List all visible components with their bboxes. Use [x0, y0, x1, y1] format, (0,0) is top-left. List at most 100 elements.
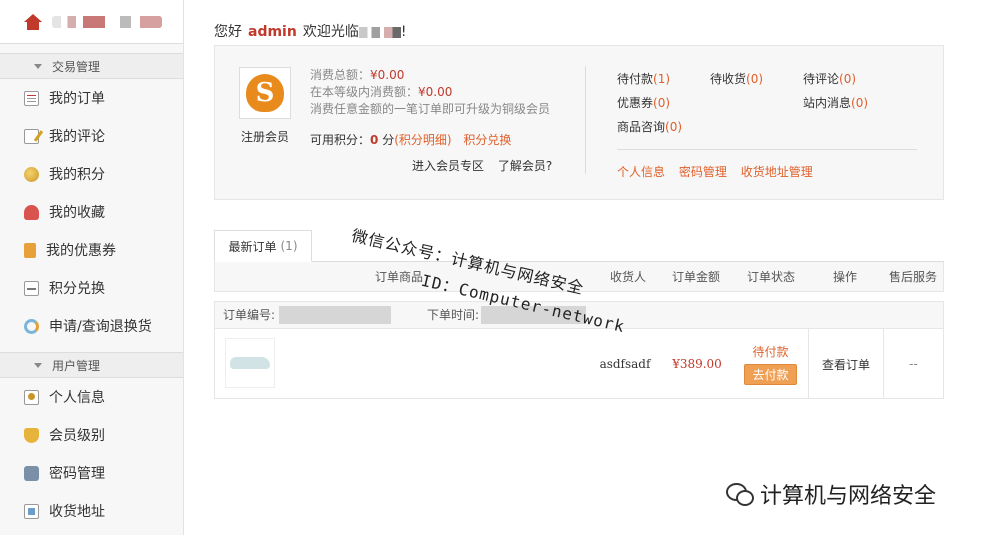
- view-order-link[interactable]: 查看订单: [822, 356, 870, 373]
- store-name-redacted: [358, 26, 401, 38]
- greeting-suffix: !: [400, 24, 407, 40]
- amount-cell: ¥389.00: [662, 329, 732, 399]
- column-header: 订单金额: [672, 270, 721, 284]
- learn-member-link[interactable]: 了解会员?: [498, 159, 552, 173]
- sidebar-home[interactable]: [0, 0, 183, 44]
- sidebar-item-label: 个人信息: [49, 390, 105, 406]
- footer-brand-text: 计算机与网络安全: [760, 484, 937, 509]
- order-number-redacted: [279, 306, 391, 324]
- tab-count: (1): [280, 239, 298, 253]
- member-logo-icon: S: [246, 74, 284, 112]
- divider: [617, 149, 917, 150]
- stat-messages[interactable]: 站内消息(0): [803, 94, 868, 111]
- address-management-link[interactable]: 收货地址管理: [741, 165, 813, 179]
- user-info-icon: [24, 389, 39, 405]
- points-detail-link[interactable]: (积分明细): [394, 133, 451, 147]
- stat-count: (0): [653, 96, 671, 110]
- orders-table-header: 订单商品 收货人 订单金额 订单状态 操作 售后服务: [214, 262, 944, 292]
- stat-count: (0): [851, 96, 869, 110]
- pay-button[interactable]: 去付款: [744, 364, 797, 385]
- store-name-redacted: [52, 15, 162, 28]
- order-amount: ¥389.00: [672, 357, 722, 371]
- sidebar-item-returns[interactable]: 申请/查询退换货: [0, 307, 183, 345]
- product-thumbnail[interactable]: [225, 338, 275, 388]
- member-badge: S: [239, 67, 291, 119]
- order-time-label: 下单时间:: [427, 308, 480, 322]
- sidebar-group-trade[interactable]: 交易管理: [0, 53, 183, 79]
- level-spend-value: ¥0.00: [418, 85, 453, 99]
- sidebar-item-my-reviews[interactable]: 我的评论: [0, 117, 183, 155]
- stat-label: 待收货: [710, 72, 747, 86]
- sidebar-item-label: 收货地址: [49, 504, 105, 520]
- refund-icon: [24, 318, 39, 334]
- stat-count: (0): [665, 120, 683, 134]
- column-header: 售后服务: [889, 270, 938, 284]
- points-value: 0: [370, 133, 379, 147]
- sidebar-item-my-points[interactable]: 我的积分: [0, 155, 183, 193]
- table-row: asdfsadf ¥389.00 待付款 去付款 查看订单 --: [214, 329, 944, 399]
- total-spend-label: 消费总额：: [310, 68, 371, 82]
- sidebar-item-my-orders[interactable]: 我的订单: [0, 79, 183, 117]
- receiver-name: asdfsadf: [599, 357, 651, 371]
- points-unit: 分: [382, 133, 395, 147]
- stat-pending-review[interactable]: 待评论(0): [803, 70, 856, 87]
- column-header: 操作: [833, 270, 858, 284]
- points-exchange-link[interactable]: 积分兑换: [463, 133, 511, 147]
- stat-label: 站内消息: [803, 96, 852, 110]
- sidebar-item-personal-info[interactable]: 个人信息: [0, 378, 183, 416]
- upgrade-hint: 消费任意金额的一笔订单即可升级为铜级会员: [310, 102, 551, 116]
- level-spend-label: 在本等级内消费额：: [310, 85, 419, 99]
- sidebar-item-address[interactable]: 收货地址: [0, 492, 183, 530]
- greeting: 您好 admin 欢迎光临!: [214, 21, 406, 41]
- sidebar-item-label: 我的收藏: [49, 205, 105, 221]
- order-icon: [24, 90, 39, 106]
- sidebar-item-my-coupons[interactable]: 我的优惠券: [0, 231, 183, 269]
- after-sale-value: --: [909, 357, 918, 371]
- stat-count: (0): [746, 72, 764, 86]
- password-link[interactable]: 密码管理: [679, 165, 727, 179]
- triangle-down-icon: [34, 63, 42, 69]
- sidebar-item-label: 我的积分: [49, 167, 105, 183]
- order-number-label: 订单编号:: [223, 308, 276, 322]
- points-icon: [24, 166, 39, 182]
- sidebar-item-label: 我的优惠券: [46, 243, 116, 259]
- status-cell: 待付款 去付款: [733, 329, 808, 399]
- sidebar-item-label: 我的订单: [49, 91, 105, 107]
- sidebar-item-points-exchange[interactable]: 积分兑换: [0, 269, 183, 307]
- member-zone-link[interactable]: 进入会员专区: [412, 159, 484, 173]
- sidebar-item-member-level[interactable]: 会员级别: [0, 416, 183, 454]
- review-icon: [24, 128, 39, 144]
- sidebar-item-password[interactable]: 密码管理: [0, 454, 183, 492]
- sidebar-item-label: 密码管理: [49, 466, 105, 482]
- member-summary-panel: S 注册会员 消费总额：¥0.00 在本等级内消费额：¥0.00 消费任意金额的…: [214, 45, 944, 200]
- column-header: 订单商品: [375, 270, 424, 284]
- exchange-icon: [24, 280, 39, 296]
- spending-info: 消费总额：¥0.00 在本等级内消费额：¥0.00 消费任意金额的一笔订单即可升…: [310, 67, 550, 118]
- orders-tabbar: 最新订单 (1): [214, 230, 944, 262]
- sidebar-group-user[interactable]: 用户管理: [0, 352, 183, 378]
- address-icon: [24, 503, 39, 519]
- shoe-image-icon: [230, 357, 270, 369]
- stat-pending-payment[interactable]: 待付款(1): [617, 70, 670, 87]
- footer-brand: 计算机与网络安全: [726, 478, 936, 510]
- stat-label: 待评论: [803, 72, 840, 86]
- stat-consults[interactable]: 商品咨询(0): [617, 118, 682, 135]
- stat-label: 商品咨询: [617, 120, 666, 134]
- points-label: 可用积分：: [310, 133, 371, 147]
- sidebar-item-my-favorites[interactable]: 我的收藏: [0, 193, 183, 231]
- stat-label: 优惠券: [617, 96, 654, 110]
- receiver-cell: asdfsadf: [585, 329, 665, 399]
- total-spend-value: ¥0.00: [370, 68, 405, 82]
- tab-latest-orders[interactable]: 最新订单 (1): [214, 230, 312, 262]
- sidebar-item-label: 我的评论: [49, 129, 105, 145]
- coupon-icon: [24, 242, 36, 258]
- wechat-icon: [726, 483, 754, 506]
- order-info-bar: 订单编号: 下单时间:: [214, 301, 944, 329]
- action-cell: 查看订单: [808, 329, 883, 399]
- stat-count: (1): [653, 72, 671, 86]
- points-row: 可用积分：0 分(积分明细) 积分兑换: [310, 131, 511, 148]
- stat-pending-receipt[interactable]: 待收货(0): [710, 70, 763, 87]
- personal-info-link[interactable]: 个人信息: [617, 165, 665, 179]
- divider: [585, 66, 586, 174]
- stat-coupons[interactable]: 优惠券(0): [617, 94, 670, 111]
